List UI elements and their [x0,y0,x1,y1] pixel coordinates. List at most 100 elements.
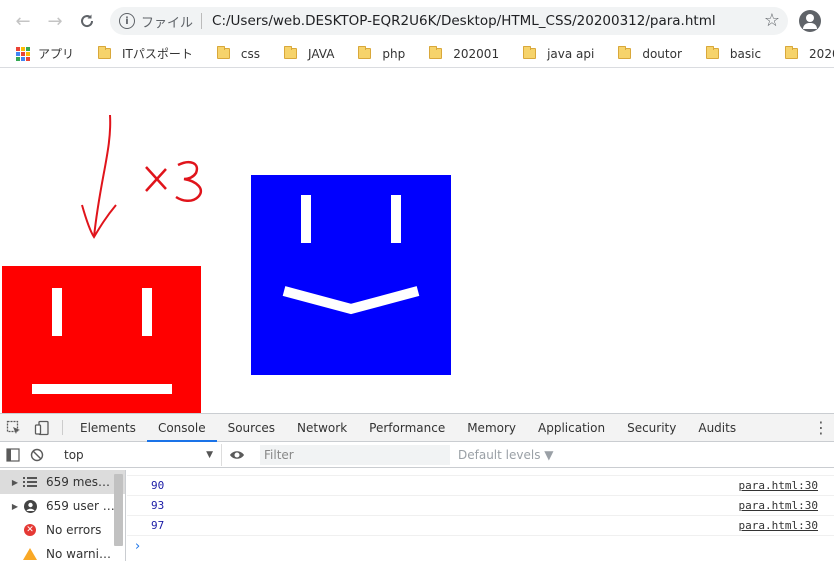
sidebar-item-label: 659 mes… [46,475,111,489]
sidebar-toggle-icon[interactable] [0,447,26,462]
console-body: ▶ 659 mes… ▶ 659 user … ✕ No errors No w… [0,470,834,561]
sidebar-item-errors[interactable]: ✕ No errors [0,518,125,542]
bookmark-label: php [382,46,406,61]
sidebar-item-label: No warni… [46,547,111,561]
tab-divider [62,420,63,435]
live-expression-eye-icon[interactable] [222,449,252,461]
sidebar-item-label: 659 user … [46,499,115,513]
bookmark-doutor[interactable]: doutor [618,46,682,61]
bookmarks-bar: アプリ ITパスポート css JAVA php 202001 java api… [0,40,834,68]
omnibox-separator [201,13,203,29]
warning-icon [23,548,37,560]
tab-console[interactable]: Console [146,414,217,442]
sidebar-item-messages[interactable]: ▶ 659 mes… [0,470,125,494]
tab-network[interactable]: Network [286,414,358,441]
folder-icon [216,46,230,59]
user-icon [22,499,38,513]
log-source-link[interactable]: para.html:30 [739,519,818,532]
bookmark-java-api[interactable]: java api [523,46,594,61]
console-prompt[interactable]: › [127,536,834,556]
bookmark-java[interactable]: JAVA [284,46,335,61]
info-icon[interactable]: i [119,13,135,29]
bookmark-basic[interactable]: basic [705,46,762,61]
bookmark-202001[interactable]: 202001 [429,46,500,61]
devtools-tab-bar: Elements Console Sources Network Perform… [0,414,834,442]
tab-audits[interactable]: Audits [687,414,747,441]
tab-elements[interactable]: Elements [69,414,147,441]
console-log-row: 93 para.html:30 [127,496,834,516]
bookmark-label: JAVA [308,46,335,61]
address-bar[interactable]: i ファイル C:/Users/web.DESKTOP-EQR2U6K/Desk… [110,7,788,35]
reload-icon[interactable] [76,10,98,32]
sidebar-item-label: No errors [46,523,102,537]
bookmark-label: css [240,46,260,61]
sidebar-item-warnings[interactable]: No warni… [0,542,125,566]
devtools-panel: Elements Console Sources Network Perform… [0,413,834,561]
bookmark-label: ITパスポート [122,47,193,61]
bookmark-css[interactable]: css [216,46,260,61]
list-icon [22,476,38,488]
console-filter-input[interactable]: Filter [260,444,450,465]
bookmark-202002[interactable]: 202002 [785,46,834,61]
back-arrow-icon[interactable]: ← [12,10,34,32]
context-value: top [64,447,84,462]
bookmark-label: 202001 [453,46,500,61]
url-text[interactable]: C:/Users/web.DESKTOP-EQR2U6K/Desktop/HTM… [212,13,716,29]
tab-security[interactable]: Security [616,414,687,441]
folder-icon [523,46,537,59]
tab-application[interactable]: Application [527,414,616,441]
right-eye [142,288,152,336]
page-viewport: ×3 [0,69,834,413]
forward-arrow-icon[interactable]: → [44,10,66,32]
context-select[interactable]: top ▼ [52,443,222,466]
tab-sources[interactable]: Sources [217,414,286,441]
console-toolbar: top ▼ Filter Default levels ▼ [0,442,834,468]
sidebar-scrollbar[interactable] [114,474,123,546]
expand-arrow-icon: ▶ [11,501,19,511]
log-source-link[interactable]: para.html:30 [739,499,818,512]
log-value: 90 [151,479,165,492]
console-log-row: 97 para.html:30 [127,516,834,536]
flat-mouth [32,384,172,394]
log-value: 93 [151,499,165,512]
apps-grid-icon [16,46,30,61]
bookmark-star-icon[interactable]: ☆ [764,10,780,31]
error-icon: ✕ [24,524,36,536]
console-messages: 90 para.html:30 93 para.html:30 97 para.… [127,470,834,561]
blue-face-box [251,175,451,375]
folder-icon [429,46,443,59]
filter-placeholder: Filter [264,447,294,462]
device-toggle-icon[interactable] [28,414,56,441]
folder-icon [785,46,799,59]
handwritten-arrow-annotation [81,114,203,239]
scheme-label: ファイル [141,15,194,31]
smile-mouth [282,286,420,315]
bookmark-apps[interactable]: アプリ [16,45,74,62]
tab-performance[interactable]: Performance [358,414,456,441]
sidebar-item-user-messages[interactable]: ▶ 659 user … [0,494,125,518]
default-levels-dropdown[interactable]: Default levels ▼ [458,448,554,462]
prompt-chevron-icon: › [135,538,141,554]
console-log-row: 90 para.html:30 [127,476,834,496]
more-options-icon[interactable]: ⋮ [808,414,834,441]
folder-icon [618,46,632,59]
folder-icon [98,46,112,59]
bookmark-it-passport[interactable]: ITパスポート [98,45,193,62]
inspect-element-icon[interactable] [0,414,28,441]
account-icon[interactable] [799,10,821,32]
console-sidebar: ▶ 659 mes… ▶ 659 user … ✕ No errors No w… [0,470,126,561]
tab-memory[interactable]: Memory [456,414,527,441]
dropdown-arrow-icon: ▼ [206,449,213,460]
bookmark-php[interactable]: php [358,46,406,61]
red-face-box [2,266,201,413]
bookmark-label: basic [729,46,762,61]
left-eye [52,288,62,336]
folder-icon [358,46,372,59]
expand-arrow-icon: ▶ [11,477,19,487]
clear-console-icon[interactable] [26,448,48,462]
folder-icon [705,46,719,59]
folder-icon [284,46,297,59]
bookmark-label: 202002 [809,46,834,61]
bookmark-label: アプリ [38,47,75,61]
log-source-link[interactable]: para.html:30 [739,479,818,492]
